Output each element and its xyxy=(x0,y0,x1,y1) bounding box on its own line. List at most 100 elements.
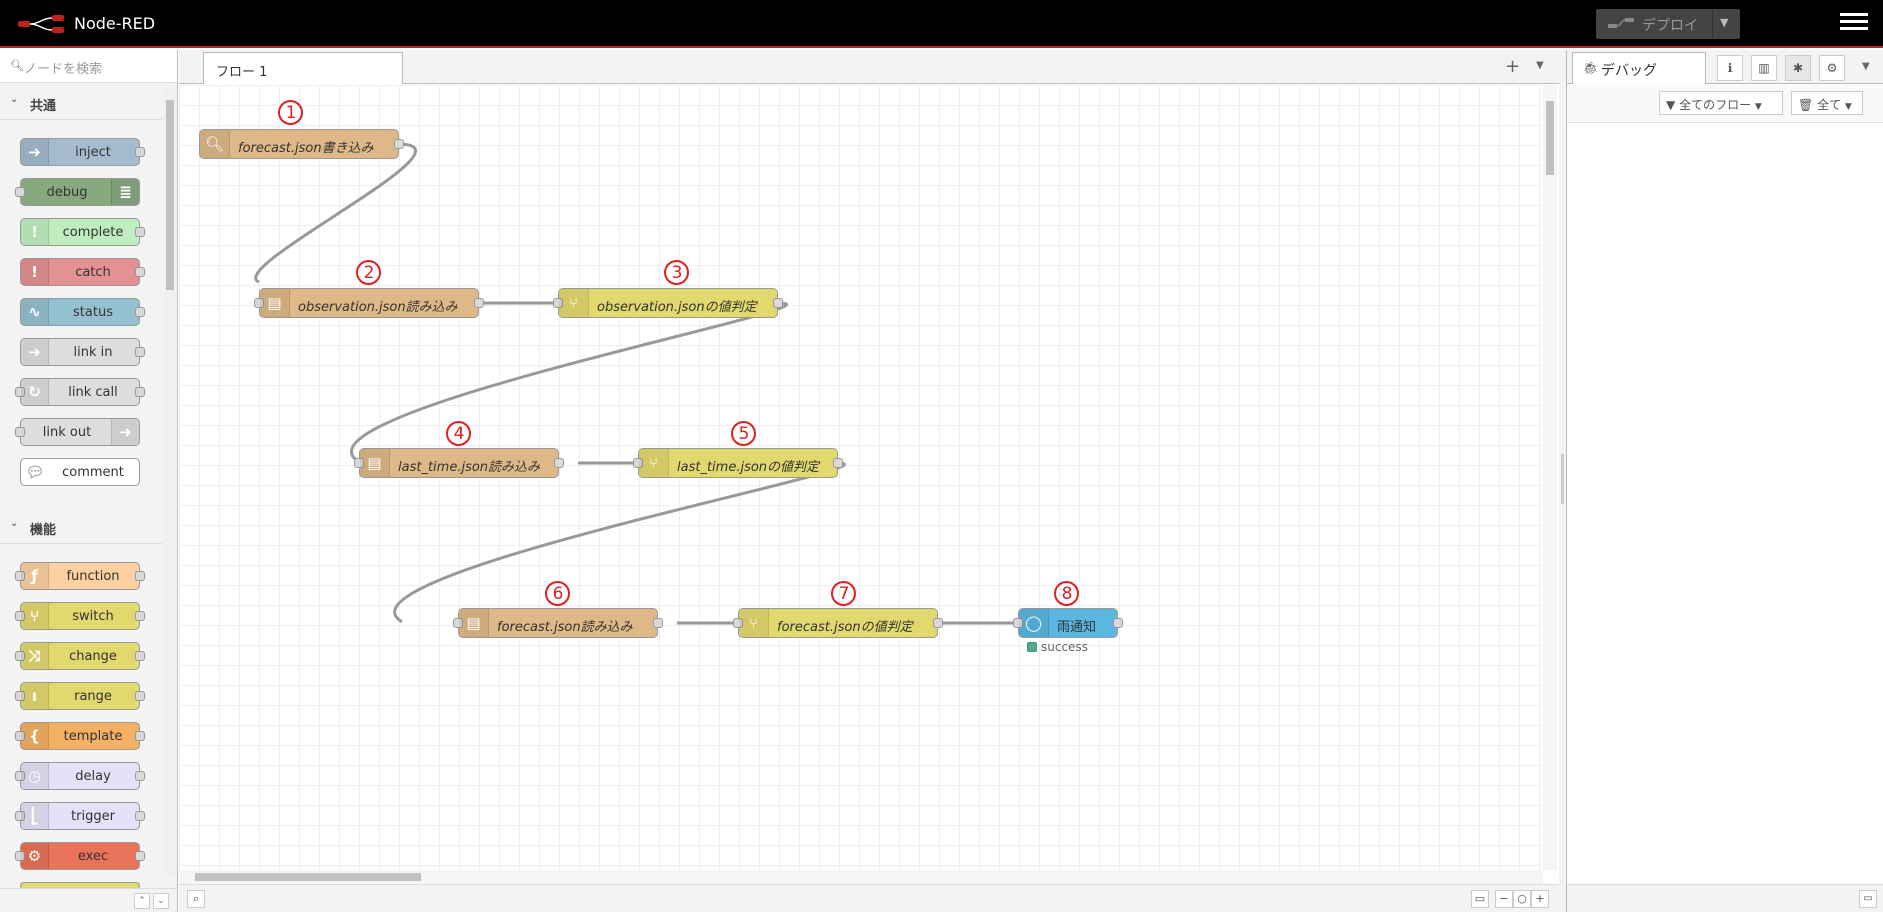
wire xyxy=(254,142,418,284)
palette-node-comment[interactable]: 💬︎ comment xyxy=(20,458,140,486)
zoom-in-icon[interactable]: + xyxy=(1531,890,1549,908)
palette-node-change[interactable]: ⤨ change xyxy=(15,642,145,670)
collapse-all-icon[interactable]: ⌃ xyxy=(134,893,150,909)
search-icon: 🔍︎ xyxy=(200,130,230,158)
palette-node-link-in[interactable]: ➜ link in xyxy=(20,338,145,366)
output-port[interactable] xyxy=(773,298,783,308)
circle-icon: ◯ xyxy=(1019,609,1049,637)
zoom-out-icon[interactable]: − xyxy=(1495,890,1513,908)
step-marker: 8 xyxy=(1053,580,1081,608)
main-menu-button[interactable] xyxy=(1840,13,1868,37)
step-marker: 2 xyxy=(355,259,383,287)
chevron-down-icon[interactable]: ▼ xyxy=(1536,60,1544,71)
node-label: 雨通知 xyxy=(1057,620,1097,635)
input-port xyxy=(15,187,25,197)
scrollbar-thumb[interactable] xyxy=(166,100,174,290)
file-icon: ▤ xyxy=(360,449,390,477)
flow-canvas[interactable]: 🔍︎ forecast.json書き込み ▤ observation.json読… xyxy=(179,85,1542,870)
palette-node-catch[interactable]: ! catch xyxy=(20,258,145,286)
navigator-icon[interactable]: ▭ xyxy=(1471,890,1489,908)
tab-debug[interactable]: 🐞︎ デバッグ xyxy=(1572,52,1706,84)
flow-node-forecast-check[interactable]: ⑂ forecast.jsonの値判定 xyxy=(733,608,943,638)
palette-node-exec[interactable]: ⚙ exec xyxy=(15,842,145,870)
search-icon[interactable]: ⌕ xyxy=(187,890,205,908)
deploy-menu-caret-icon[interactable]: ▼ xyxy=(1720,16,1728,29)
node-label: last_time.jsonの値判定 xyxy=(677,460,820,475)
scrollbar-thumb[interactable] xyxy=(1546,101,1554,175)
tab-flow-1[interactable]: フロー 1 xyxy=(203,52,403,84)
alert-icon: ! xyxy=(21,259,49,285)
output-port xyxy=(135,811,145,821)
palette-node-complete[interactable]: ! complete xyxy=(20,218,145,246)
output-port[interactable] xyxy=(833,458,843,468)
splitter-grip[interactable] xyxy=(1561,454,1564,504)
palette-node-delay[interactable]: ◷ delay xyxy=(15,762,145,790)
palette-category-common[interactable]: ⌄ 共通 xyxy=(0,86,162,120)
palette-node-template[interactable]: { template xyxy=(15,722,145,750)
output-port xyxy=(135,267,145,277)
wire xyxy=(350,301,789,464)
output-port[interactable] xyxy=(394,139,404,149)
flow-node-forecast-write[interactable]: 🔍︎ forecast.json書き込み xyxy=(199,129,404,159)
output-port[interactable] xyxy=(933,618,943,628)
palette-node-link-out[interactable]: link out ➜ xyxy=(15,418,140,446)
add-flow-icon[interactable]: + xyxy=(1505,56,1520,77)
gear-icon[interactable]: ⚙ xyxy=(1819,55,1845,81)
marker-number: 2 xyxy=(363,263,375,283)
output-port[interactable] xyxy=(554,458,564,468)
timer-icon: ◷ xyxy=(21,763,49,789)
output-port[interactable] xyxy=(1113,618,1123,628)
palette-node-status[interactable]: ∿ status xyxy=(20,298,145,326)
node-label: delay xyxy=(75,769,111,784)
palette-node-range[interactable]: ı range xyxy=(15,682,145,710)
palette-node-function[interactable]: ƒ function xyxy=(15,562,145,590)
scrollbar-thumb[interactable] xyxy=(195,873,421,881)
switch-icon: ⑂ xyxy=(559,289,589,317)
palette-node-switch[interactable]: ⑂ switch xyxy=(15,602,145,630)
output-port xyxy=(135,611,145,621)
flow-node-observation-read[interactable]: ▤ observation.json読み込み xyxy=(254,288,484,318)
palette-search[interactable]: 🔍︎ ノードを検索 xyxy=(0,50,177,83)
info-icon[interactable]: ℹ xyxy=(1717,55,1743,81)
debug-clear-dropdown[interactable]: 🗑︎ 全て ▼ xyxy=(1791,91,1863,115)
comment-icon: 💬︎ xyxy=(25,463,45,481)
flow-node-forecast-read[interactable]: ▤ forecast.json読み込み xyxy=(453,608,663,638)
flow-node-last-time-read[interactable]: ▤ last_time.json読み込み xyxy=(354,448,564,478)
canvas-vertical-scrollbar[interactable] xyxy=(1543,85,1557,870)
flow-node-rain-notify[interactable]: ◯ 雨通知 xyxy=(1013,608,1123,638)
chevron-down-icon[interactable]: ▼ xyxy=(1862,61,1870,72)
debug-filter-dropdown[interactable]: ▼ 全てのフロー ▼ xyxy=(1659,91,1783,115)
bug-icon[interactable]: ✱ xyxy=(1785,55,1811,81)
output-port xyxy=(135,851,145,861)
palette-node-debug[interactable]: debug ≣ xyxy=(15,178,140,206)
workspace-tabs: フロー 1 + ▼ xyxy=(179,50,1559,84)
zoom-reset-icon[interactable]: ○ xyxy=(1513,890,1531,908)
marker-number: 4 xyxy=(453,424,465,444)
output-port[interactable] xyxy=(474,298,484,308)
marker-number: 7 xyxy=(838,584,850,604)
step-marker: 6 xyxy=(544,580,572,608)
flow-node-observation-check[interactable]: ⑂ observation.jsonの値判定 xyxy=(553,288,783,318)
file-icon: ▤ xyxy=(260,289,290,317)
palette-node-link-call[interactable]: ↻ link call xyxy=(15,378,145,406)
node-label: link call xyxy=(68,385,118,400)
node-label: comment xyxy=(62,465,124,480)
sidebar-splitter[interactable] xyxy=(1559,50,1566,912)
step-marker: 3 xyxy=(663,259,691,287)
flow-node-last-time-check[interactable]: ⑂ last_time.jsonの値判定 xyxy=(633,448,843,478)
palette-node-inject[interactable]: ➔ inject xyxy=(20,138,145,166)
category-label: 共通 xyxy=(30,99,57,114)
palette-node-trigger[interactable]: ⎣ trigger xyxy=(15,802,145,830)
deploy-button[interactable]: デプロイ ▼ xyxy=(1596,9,1740,39)
header: Node-RED デプロイ ▼ xyxy=(0,0,1883,48)
output-port[interactable] xyxy=(653,618,663,628)
palette-category-function[interactable]: ⌄ 機能 xyxy=(0,510,162,544)
inject-icon: ➔ xyxy=(21,139,49,165)
chevron-down-icon: ⌄ xyxy=(10,94,19,105)
expand-all-icon[interactable]: ⌄ xyxy=(153,893,169,909)
canvas-horizontal-scrollbar[interactable] xyxy=(179,870,1543,884)
monitor-icon[interactable]: ▭ xyxy=(1859,890,1877,908)
palette-search-input[interactable]: ノードを検索 xyxy=(24,58,102,77)
book-icon[interactable]: ▥ xyxy=(1751,55,1777,81)
palette-scrollbar[interactable] xyxy=(164,86,176,876)
